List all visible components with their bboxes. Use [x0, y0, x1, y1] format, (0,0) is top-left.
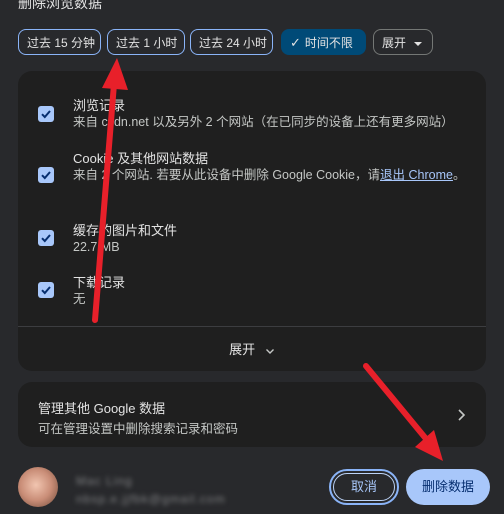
check-icon: ✓: [290, 35, 301, 50]
expand-button[interactable]: 展开: [18, 326, 486, 371]
caret-down-icon: [414, 41, 423, 46]
item-description: 22.7 MB: [73, 240, 120, 254]
account-email: nbsp.e.jjfbk@gmail.com: [76, 492, 226, 506]
avatar: [18, 467, 58, 507]
checkbox-cache[interactable]: [38, 230, 54, 246]
dialog-title: 删除浏览数据: [18, 0, 102, 11]
desc-text: 来自 2 个网站. 若要从此设备中删除 Google Cookie，请: [73, 168, 381, 182]
delete-data-button[interactable]: 删除数据: [406, 469, 490, 505]
item-description: 来自 csdn.net 以及另外 2 个网站（在已同步的设备上还有更多网站）: [73, 115, 454, 129]
cancel-label: 取消: [350, 479, 377, 494]
manage-google-data[interactable]: 管理其他 Google 数据 可在管理设置中删除搜索记录和密码: [18, 382, 486, 447]
google-data-subtitle: 可在管理设置中删除搜索记录和密码: [38, 422, 239, 436]
item-description: 来自 2 个网站. 若要从此设备中删除 Google Cookie，请退出 Ch…: [73, 165, 473, 185]
chevron-right-icon: [458, 409, 466, 421]
check-icon: [41, 234, 51, 243]
chip-1-hour[interactable]: 过去 1 小时: [107, 29, 185, 55]
account-name: Mac Ling: [76, 474, 133, 488]
checkbox-downloads[interactable]: [38, 282, 54, 298]
chip-label: 时间不限: [304, 36, 353, 50]
cancel-button[interactable]: 取消: [329, 469, 399, 505]
chip-label: 过去 24 小时: [199, 36, 268, 50]
data-types-panel: 浏览记录 来自 csdn.net 以及另外 2 个网站（在已同步的设备上还有更多…: [18, 71, 486, 371]
chip-label: 过去 15 分钟: [27, 36, 96, 50]
expand-label: 展开: [229, 342, 256, 357]
more-ranges-dropdown[interactable]: 展开: [373, 29, 433, 55]
checkbox-history[interactable]: [38, 106, 54, 122]
item-description: 无: [73, 292, 86, 306]
chip-label: 过去 1 小时: [116, 36, 178, 50]
chip-15-minutes[interactable]: 过去 15 分钟: [18, 29, 101, 55]
check-icon: [41, 286, 51, 295]
dropdown-label: 展开: [382, 36, 407, 50]
sign-out-link[interactable]: 退出 Chrome: [380, 168, 453, 182]
chevron-down-icon: [265, 348, 274, 354]
chip-all-time[interactable]: ✓ 时间不限: [281, 29, 366, 55]
check-icon: [41, 171, 51, 180]
desc-text-end: 。: [452, 168, 466, 182]
checkbox-cookies[interactable]: [38, 167, 54, 183]
delete-label: 删除数据: [421, 479, 474, 494]
google-data-title: 管理其他 Google 数据: [38, 401, 166, 416]
chip-24-hours[interactable]: 过去 24 小时: [190, 29, 273, 55]
check-icon: [41, 110, 51, 119]
